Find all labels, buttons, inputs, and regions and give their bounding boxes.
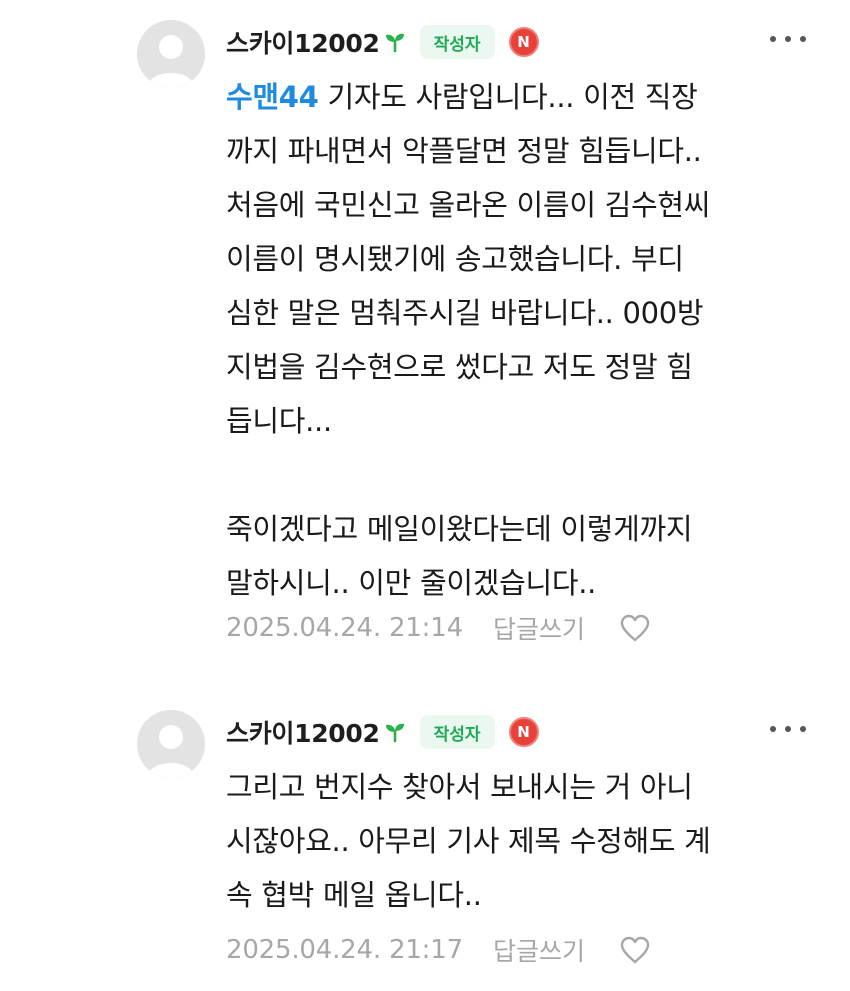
comment-body: 수맨44 기자도 사람입니다... 이전 직장 까지 파내면서 악플달면 정말 … <box>226 70 836 610</box>
more-options-icon[interactable] <box>770 720 806 738</box>
avatar[interactable] <box>137 20 205 88</box>
author-badge: 작성자 <box>419 25 495 59</box>
comment-item: 스카이12002 작성자 N 수맨44 기자도 사람입니다... 이전 직장 까… <box>0 0 850 680</box>
comment-line: 그리고 번지수 찾아서 보내시는 거 아니 <box>226 770 693 804</box>
comment-line: 까지 파내면서 악플달면 정말 힘듭니다.. <box>226 134 702 168</box>
timestamp: 2025.04.24. 21:17 <box>226 935 463 965</box>
reply-button[interactable]: 답글쓰기 <box>493 932 585 968</box>
reply-button[interactable]: 답글쓰기 <box>493 610 585 646</box>
new-badge: N <box>508 717 539 747</box>
more-options-icon[interactable] <box>770 30 806 48</box>
sprout-icon <box>385 723 404 743</box>
comment-line: 말하시니.. 이만 줄이겠습니다.. <box>226 566 597 600</box>
comment-header: 스카이12002 작성자 N <box>226 22 539 62</box>
comment-line-blank <box>226 448 836 502</box>
new-badge: N <box>508 27 539 57</box>
comment-line: 시잖아요.. 아무리 기사 제목 수정해도 계 <box>226 824 711 858</box>
avatar-placeholder-icon <box>137 710 205 778</box>
comment-line: 수맨44 기자도 사람입니다... 이전 직장 <box>226 80 698 114</box>
author-badge: 작성자 <box>419 715 495 749</box>
sprout-icon <box>385 33 404 53</box>
comment-line: 심한 말은 멈춰주시길 바랍니다.. 000방 <box>226 296 704 330</box>
comment-footer: 2025.04.24. 21:14 답글쓰기 <box>226 608 651 648</box>
comment-footer: 2025.04.24. 21:17 답글쓰기 <box>226 930 651 970</box>
heart-icon[interactable] <box>619 613 651 643</box>
comment-item: 스카이12002 작성자 N 그리고 번지수 찾아서 보내시는 거 아니 시잖아… <box>0 690 850 991</box>
comment-line: 처음에 국민신고 올라온 이름이 김수현씨 <box>226 188 711 222</box>
mention-link[interactable]: 수맨44 <box>226 80 319 114</box>
comment-line: 듭니다... <box>226 404 332 438</box>
comment-line: 이름이 명시됐기에 송고했습니다. 부디 <box>226 242 684 276</box>
avatar[interactable] <box>137 710 205 778</box>
heart-icon[interactable] <box>619 935 651 965</box>
comment-line: 죽이겠다고 메일이왔다는데 이렇게까지 <box>226 512 693 546</box>
author-name[interactable]: 스카이12002 <box>226 714 380 750</box>
timestamp: 2025.04.24. 21:14 <box>226 613 463 643</box>
comment-body: 그리고 번지수 찾아서 보내시는 거 아니 시잖아요.. 아무리 기사 제목 수… <box>226 760 836 922</box>
comment-line: 지법을 김수현으로 썼다고 저도 정말 힘 <box>226 350 693 384</box>
comment-line: 속 협박 메일 옵니다.. <box>226 878 482 912</box>
avatar-placeholder-icon <box>137 20 205 88</box>
author-name[interactable]: 스카이12002 <box>226 24 380 60</box>
comment-header: 스카이12002 작성자 N <box>226 712 539 752</box>
